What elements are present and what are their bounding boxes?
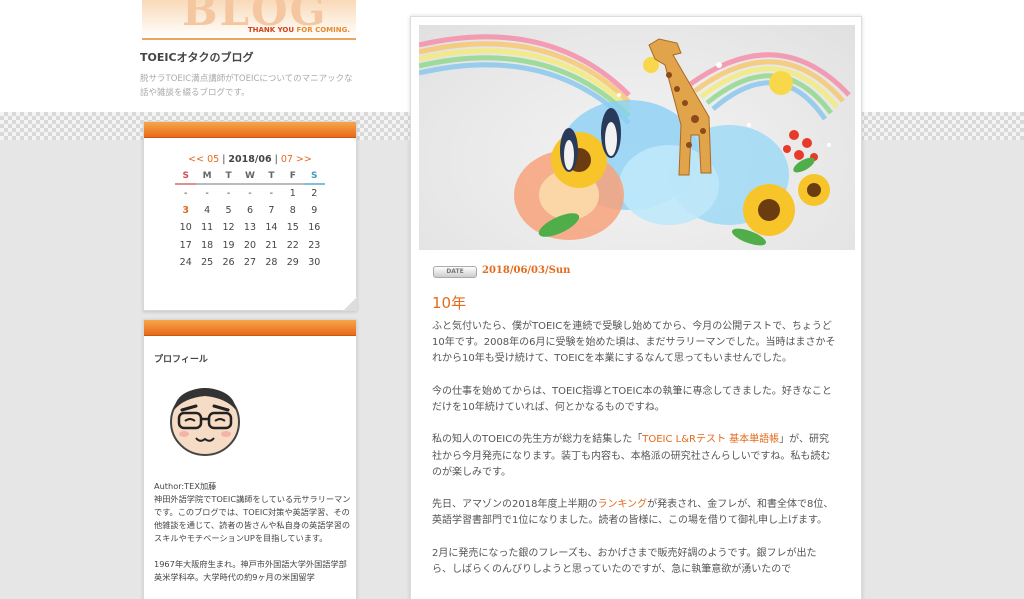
page-fold-corner bbox=[343, 297, 357, 311]
calendar-day: 22 bbox=[286, 239, 299, 251]
calendar-day-post-link[interactable]: 3 bbox=[175, 202, 196, 220]
next-month-link[interactable]: 07 >> bbox=[281, 154, 312, 165]
calendar-day: 5 bbox=[225, 204, 232, 216]
profile-text: Author:TEX加藤 神田外語学院でTOEIC講師をしている元サラリーマンで… bbox=[154, 480, 354, 584]
calendar-day: - bbox=[248, 187, 252, 199]
calendar-day: 29 bbox=[286, 257, 299, 269]
calendar-day: 8 bbox=[289, 204, 296, 216]
avatar bbox=[170, 388, 240, 456]
date-badge: DATE bbox=[433, 266, 477, 278]
calendar-day: 15 bbox=[286, 222, 299, 234]
calendar-week: 3 4 5 6 7 8 9 bbox=[175, 202, 325, 220]
post-paragraph: 今の仕事を始めてからは、TOEIC指導とTOEIC本の執筆に専念してきました。好… bbox=[432, 385, 832, 413]
post-body: ふと気付いたら、僕がTOEICを連続で受験し始めてから、今月の公開テストで、ちょ… bbox=[432, 319, 836, 594]
post-date: 2018/06/03/Sun bbox=[482, 265, 571, 276]
calendar-day: 12 bbox=[222, 222, 235, 234]
calendar-day: 19 bbox=[222, 239, 235, 251]
profile-bio: 神田外語学院でTOEIC講師をしている元サラリーマンです。このブログでは、TOE… bbox=[154, 494, 351, 543]
blog-title[interactable]: TOEICオタクのブログ bbox=[140, 49, 254, 65]
profile-bio-2: 1967年大阪府生まれ。神戸市外国語大学外国語学部英米学科卒。大学時代の約9ヶ月… bbox=[154, 559, 347, 582]
calendar-day: 2 bbox=[311, 187, 318, 199]
ranking-link[interactable]: ランキング bbox=[597, 499, 647, 510]
calendar-day: 6 bbox=[246, 204, 253, 216]
calendar-day: 30 bbox=[308, 257, 321, 269]
calendar-day: - bbox=[269, 187, 274, 199]
calendar-day: 10 bbox=[179, 222, 192, 234]
post-paragraph: ふと気付いたら、僕がTOEICを連続で受験し始めてから、今月の公開テストで、ちょ… bbox=[432, 321, 836, 365]
calendar-day: 20 bbox=[243, 239, 257, 251]
calendar-week: 10 11 12 13 14 15 16 bbox=[175, 219, 325, 237]
calendar-day: 21 bbox=[265, 239, 278, 251]
calendar-day: 26 bbox=[222, 257, 235, 269]
calendar-day: 25 bbox=[201, 257, 214, 269]
blog-logo[interactable]: BLOG THANK YOU FOR COMING. bbox=[142, 0, 356, 40]
calendar-day: 27 bbox=[243, 257, 257, 269]
blog-description: 脱サラTOEIC満点講師がTOEICについてのマニアックな話や雑談を綴るブログで… bbox=[140, 74, 353, 98]
calendar-day: 13 bbox=[243, 222, 257, 234]
weekday-sat: S bbox=[303, 171, 325, 185]
weekday-sun: S bbox=[175, 171, 197, 185]
weekday-tue: T bbox=[217, 171, 240, 185]
book-link[interactable]: TOEIC L&Rテスト 基本単語帳 bbox=[642, 434, 779, 445]
calendar-day: 24 bbox=[179, 257, 192, 269]
calendar-day: 28 bbox=[265, 257, 278, 269]
calendar-day: - bbox=[183, 187, 188, 199]
weekday-thu: T bbox=[260, 171, 283, 185]
profile-widget: プロフィール Author:TEX加藤 神田外語学院でTOEIC講師をしている元… bbox=[143, 319, 357, 599]
calendar-week: 17 18 19 20 21 22 23 bbox=[175, 237, 325, 255]
calendar-week: 24 25 26 27 28 29 30 bbox=[175, 254, 325, 272]
calendar-day: 9 bbox=[311, 204, 318, 216]
header-illustration bbox=[419, 25, 855, 250]
calendar-day: - bbox=[226, 187, 231, 199]
weekday-wed: W bbox=[239, 171, 261, 185]
calendar-day: 23 bbox=[308, 239, 321, 251]
post-paragraph: 先日、アマゾンの2018年度上半期のランキングが発表され、金フレが、和書全体で8… bbox=[432, 499, 834, 527]
post-paragraph: 私の知人のTOEICの先生方が総力を結集した「TOEIC L&Rテスト 基本単語… bbox=[432, 434, 831, 478]
widget-cap bbox=[144, 320, 356, 336]
calendar-day: 4 bbox=[204, 204, 211, 216]
calendar-widget: << 05 | 2018/06 | 07 >> S M T W T F S - … bbox=[143, 121, 357, 311]
calendar-grid: S M T W T F S - - - - - 1 2 3 4 5 6 7 8 … bbox=[175, 171, 325, 272]
current-month: 2018/06 bbox=[228, 154, 272, 165]
post-paragraph: 2月に発売になった銀のフレーズも、おかげさまで販売好調のようです。銀フレが出たら… bbox=[432, 547, 817, 575]
calendar-day: 11 bbox=[201, 222, 214, 234]
calendar-day: 7 bbox=[268, 204, 275, 216]
calendar-day: 16 bbox=[308, 222, 321, 234]
profile-title: プロフィール bbox=[154, 355, 208, 365]
calendar-nav: << 05 | 2018/06 | 07 >> bbox=[188, 154, 312, 165]
weekday-mon: M bbox=[196, 171, 218, 185]
post-card: DATE 2018/06/03/Sun 10年 ふと気付いたら、僕がTOEICを… bbox=[410, 16, 862, 599]
weekday-fri: F bbox=[282, 171, 304, 185]
logo-tagline: THANK YOU FOR COMING. bbox=[247, 26, 350, 34]
calendar-day: 14 bbox=[265, 222, 278, 234]
widget-cap bbox=[144, 122, 356, 138]
calendar-day: 17 bbox=[179, 239, 192, 251]
prev-month-link[interactable]: << 05 bbox=[188, 154, 219, 165]
calendar-week: - - - - - 1 2 bbox=[175, 184, 325, 202]
calendar-day: 1 bbox=[289, 187, 296, 199]
profile-author: Author:TEX加藤 bbox=[154, 481, 217, 491]
calendar-day: 18 bbox=[201, 239, 214, 251]
calendar-day: - bbox=[205, 187, 209, 199]
post-title[interactable]: 10年 bbox=[432, 292, 466, 313]
